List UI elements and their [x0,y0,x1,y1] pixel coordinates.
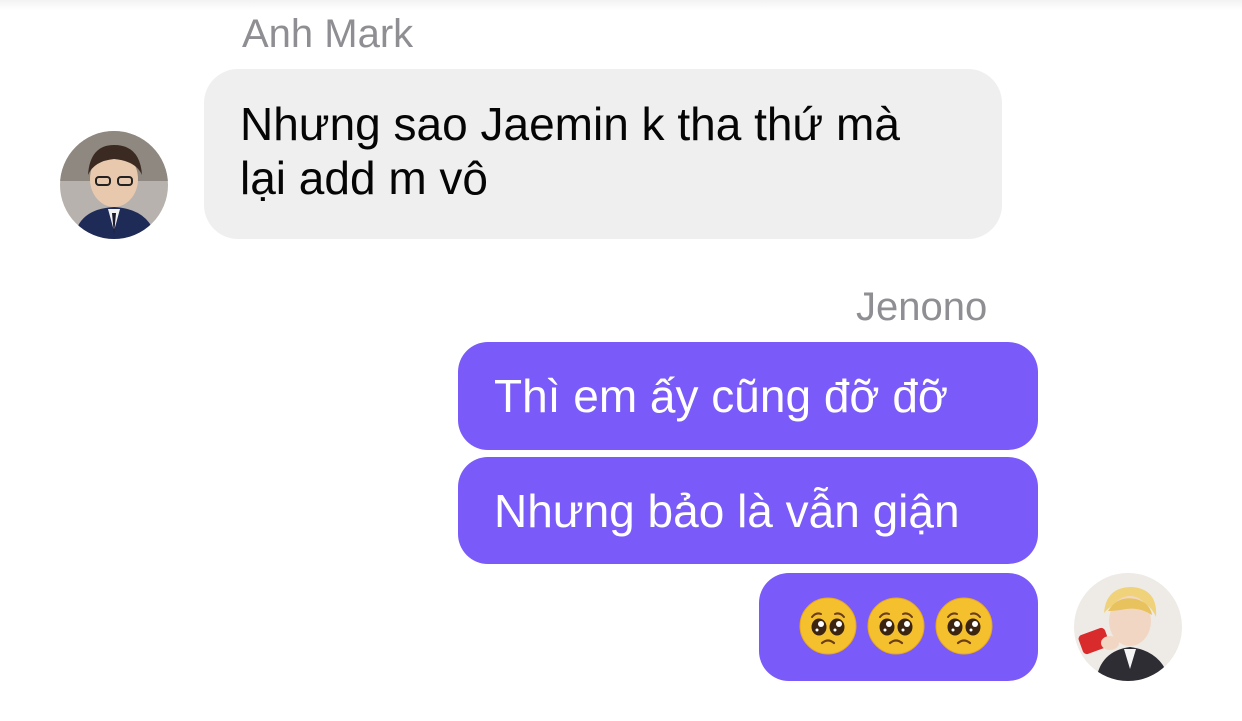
outgoing-message-text: Nhưng bảo là vẫn giận [494,485,960,537]
incoming-sender-name: Anh Mark [242,12,414,56]
incoming-message-bubble[interactable]: Nhưng sao Jaemin k tha thứ mà lại add m … [204,69,1002,239]
incoming-message-line: Nhưng sao Jaemin k tha thứ mà [240,98,900,150]
outgoing-avatar[interactable] [1074,573,1182,681]
outgoing-emoji-bubble[interactable] [759,573,1038,681]
pleading-face-icon [799,597,857,655]
outgoing-sender-name: Jenono [856,285,988,329]
outgoing-message-text: Thì em ấy cũng đỡ đỡ [494,370,949,422]
incoming-avatar[interactable] [60,131,168,239]
emoji-row [799,597,998,655]
outgoing-message-bubble[interactable]: Thì em ấy cũng đỡ đỡ [458,342,1038,450]
pleading-face-icon [867,597,925,655]
chat-thread: Anh Mark Nhưng sao Jaemin k tha thứ mà l… [0,0,1242,721]
incoming-message-line: lại add m vô [240,152,489,204]
person-photo-avatar-icon [60,131,168,239]
outgoing-message-bubble[interactable]: Nhưng bảo là vẫn giận [458,457,1038,564]
top-divider [0,0,1242,10]
pleading-face-icon [935,597,993,655]
person-photo-avatar-icon [1074,573,1182,681]
